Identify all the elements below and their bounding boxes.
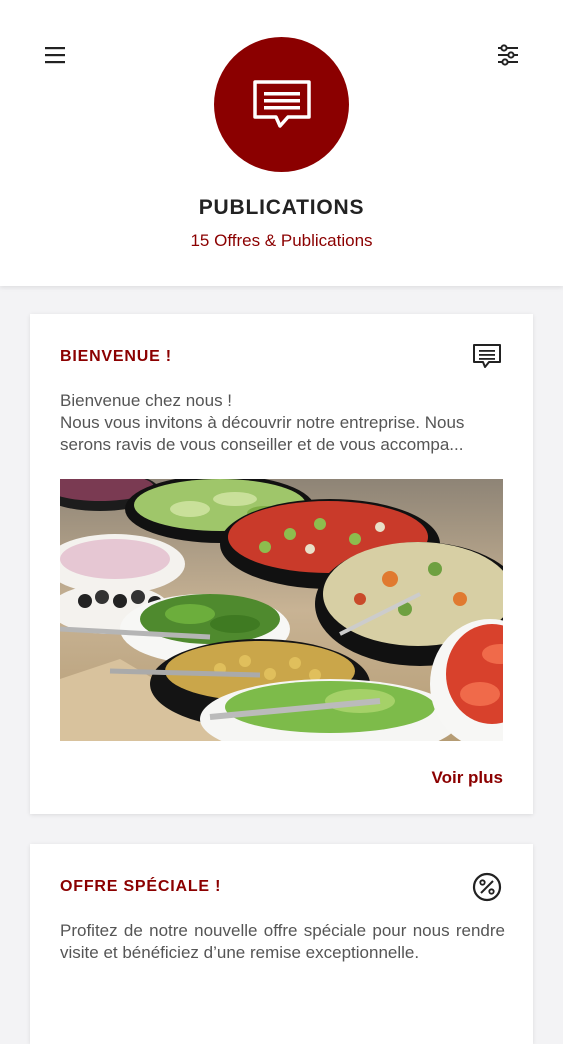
chat-message-icon <box>473 344 501 368</box>
card-type-icon <box>470 340 504 374</box>
filter-button[interactable] <box>491 38 525 72</box>
see-more-link[interactable]: Voir plus <box>432 768 503 788</box>
salad-buffet-photo[interactable] <box>60 479 503 741</box>
card-title: BIENVENUE ! <box>60 348 172 365</box>
hamburger-menu-icon <box>45 47 65 64</box>
menu-button[interactable] <box>38 38 72 72</box>
card-text-line: serons ravis de vous conseiller et de vo… <box>60 435 464 454</box>
chat-message-icon <box>252 79 311 128</box>
card-description: Bienvenue chez nous ! Nous vous invitons… <box>60 390 505 456</box>
publication-card-special-offer[interactable]: OFFRE SPÉCIALE ! Profitez de notre nouve… <box>30 844 533 1044</box>
page-title: PUBLICATIONS <box>198 196 365 219</box>
app-header: PUBLICATIONS 15 Offres & Publications <box>0 0 563 286</box>
publications-logo <box>214 37 349 172</box>
card-title: OFFRE SPÉCIALE ! <box>60 878 222 895</box>
card-type-icon <box>470 870 504 904</box>
card-description: Profitez de notre nouvelle offre spécial… <box>60 920 505 964</box>
card-text-line: Nous vous invitons à découvrir notre ent… <box>60 413 465 432</box>
card-text-line: Bienvenue chez nous ! <box>60 391 233 410</box>
percent-discount-icon <box>472 872 502 902</box>
card-text: Profitez de notre nouvelle offre spécial… <box>60 921 505 962</box>
page-subtitle: 15 Offres & Publications <box>190 231 373 250</box>
publication-card-welcome[interactable]: BIENVENUE ! Bienvenue chez nous ! Nous v… <box>30 314 533 814</box>
sliders-filter-icon <box>498 44 518 66</box>
